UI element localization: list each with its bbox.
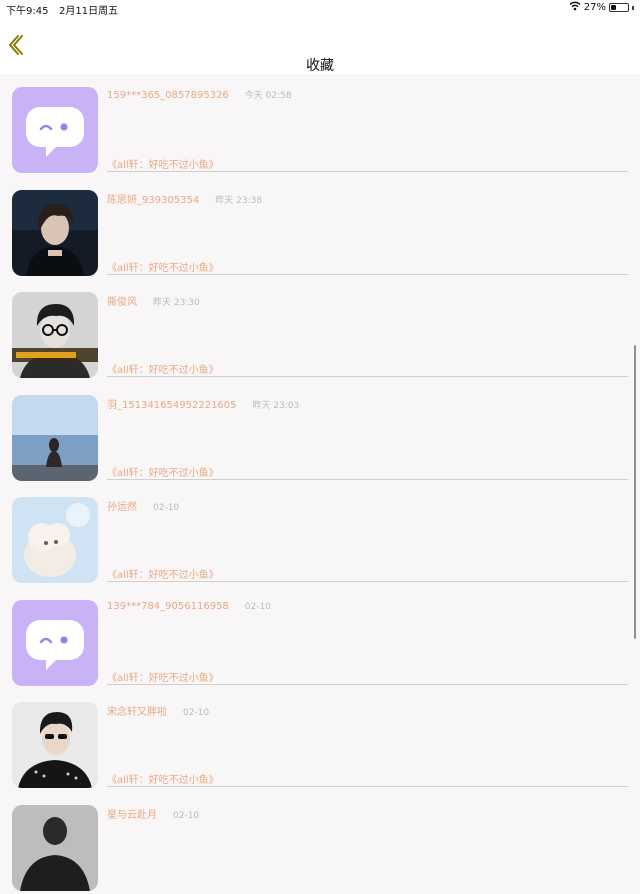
divider bbox=[107, 786, 628, 787]
item-quote[interactable]: 《all轩：好吃不过小鱼》 bbox=[107, 259, 219, 274]
divider bbox=[107, 376, 628, 377]
avatar[interactable] bbox=[12, 292, 98, 378]
item-name: 孙运然 02-10 bbox=[107, 498, 179, 513]
chevron-left-icon bbox=[6, 33, 26, 57]
item-time: 02-10 bbox=[245, 602, 271, 612]
page-title: 收藏 bbox=[0, 58, 640, 74]
status-date: 2月11日周五 bbox=[59, 2, 118, 17]
item-time: 02-10 bbox=[153, 503, 179, 513]
user-name: 陈思妍_939305354 bbox=[107, 195, 199, 206]
battery-fill bbox=[611, 5, 616, 10]
item-time: 02-10 bbox=[173, 811, 199, 821]
favorite-item[interactable]: 撕俊风 昨天 23:30 《all轩：好吃不过小鱼》 bbox=[0, 279, 640, 382]
avatar[interactable] bbox=[12, 87, 98, 173]
favorite-item[interactable]: 159***365_0857895326 今天 02:58 《all轩：好吃不过小… bbox=[0, 74, 640, 177]
favorite-item[interactable]: 139***784_9056116958 02-10 《all轩：好吃不过小鱼》 bbox=[0, 587, 640, 690]
item-quote[interactable]: 《all轩：好吃不过小鱼》 bbox=[107, 669, 219, 684]
photo-boy-dark-avatar bbox=[12, 190, 98, 276]
status-right: 27% bbox=[569, 1, 634, 14]
wifi-icon bbox=[569, 1, 581, 14]
avatar[interactable] bbox=[12, 702, 98, 788]
battery-cap bbox=[632, 6, 634, 10]
divider bbox=[107, 274, 628, 275]
item-time: 昨天 23:38 bbox=[215, 196, 262, 206]
user-name: 孙运然 bbox=[107, 502, 137, 513]
item-quote[interactable]: 《all轩：好吃不过小鱼》 bbox=[107, 566, 219, 581]
item-time: 02-10 bbox=[183, 708, 209, 718]
divider bbox=[107, 479, 628, 480]
photo-boy-glasses-avatar bbox=[12, 292, 98, 378]
photo-plush-sheep-avatar bbox=[12, 497, 98, 583]
divider bbox=[107, 581, 628, 582]
favorite-item[interactable]: 陈思妍_939305354 昨天 23:38 《all轩：好吃不过小鱼》 bbox=[0, 177, 640, 280]
item-name: 撕俊风 昨天 23:30 bbox=[107, 293, 200, 308]
user-name: 159***365_0857895326 bbox=[107, 90, 229, 101]
item-quote[interactable]: 《all轩：好吃不过小鱼》 bbox=[107, 361, 219, 376]
avatar[interactable] bbox=[12, 600, 98, 686]
favorites-list: 159***365_0857895326 今天 02:58 《all轩：好吃不过小… bbox=[0, 74, 640, 894]
photo-boy-sunglasses-avatar bbox=[12, 702, 98, 788]
item-name: 陈思妍_939305354 昨天 23:38 bbox=[107, 191, 262, 206]
status-time: 下午9:45 bbox=[6, 2, 48, 17]
chat-bubble-avatar-icon bbox=[12, 87, 98, 173]
avatar[interactable] bbox=[12, 395, 98, 481]
favorite-item[interactable]: 宋念轩又胖啦 02-10 《all轩：好吃不过小鱼》 bbox=[0, 689, 640, 792]
nav-bar: 收藏 bbox=[0, 16, 640, 74]
user-name: 宋念轩又胖啦 bbox=[107, 707, 167, 718]
favorite-item[interactable]: 星与云赴月 02-10 bbox=[0, 792, 640, 894]
photo-person-dark-avatar bbox=[12, 805, 98, 891]
divider bbox=[107, 684, 628, 685]
item-quote[interactable]: 《all轩：好吃不过小鱼》 bbox=[107, 771, 219, 786]
photo-girl-sea-avatar bbox=[12, 395, 98, 481]
battery-icon bbox=[609, 3, 629, 12]
item-name: 139***784_9056116958 02-10 bbox=[107, 601, 271, 612]
status-bar: 下午9:45 2月11日周五 27% bbox=[0, 0, 640, 16]
divider bbox=[107, 171, 628, 172]
user-name: 星与云赴月 bbox=[107, 810, 157, 821]
user-name: 139***784_9056116958 bbox=[107, 601, 229, 612]
item-name: 星与云赴月 02-10 bbox=[107, 806, 199, 821]
user-name: 撕俊风 bbox=[107, 297, 137, 308]
item-time: 昨天 23:30 bbox=[153, 298, 200, 308]
scrollbar[interactable] bbox=[634, 345, 636, 639]
item-quote[interactable]: 《all轩：好吃不过小鱼》 bbox=[107, 464, 219, 479]
item-name: 宋念轩又胖啦 02-10 bbox=[107, 703, 209, 718]
battery-percent: 27% bbox=[584, 2, 606, 13]
avatar[interactable] bbox=[12, 805, 98, 891]
chat-bubble-avatar-icon bbox=[12, 600, 98, 686]
item-quote[interactable]: 《all轩：好吃不过小鱼》 bbox=[107, 156, 219, 171]
avatar[interactable] bbox=[12, 497, 98, 583]
back-button[interactable] bbox=[6, 33, 26, 57]
favorite-item[interactable]: 羽_151341654952221605 昨天 23:03 《all轩：好吃不过小… bbox=[0, 382, 640, 485]
item-name: 羽_151341654952221605 昨天 23:03 bbox=[107, 396, 299, 411]
item-time: 今天 02:58 bbox=[245, 91, 292, 101]
user-name: 羽_151341654952221605 bbox=[107, 400, 237, 411]
item-name: 159***365_0857895326 今天 02:58 bbox=[107, 88, 292, 101]
favorite-item[interactable]: 孙运然 02-10 《all轩：好吃不过小鱼》 bbox=[0, 484, 640, 587]
avatar[interactable] bbox=[12, 190, 98, 276]
item-time: 昨天 23:03 bbox=[253, 401, 300, 411]
